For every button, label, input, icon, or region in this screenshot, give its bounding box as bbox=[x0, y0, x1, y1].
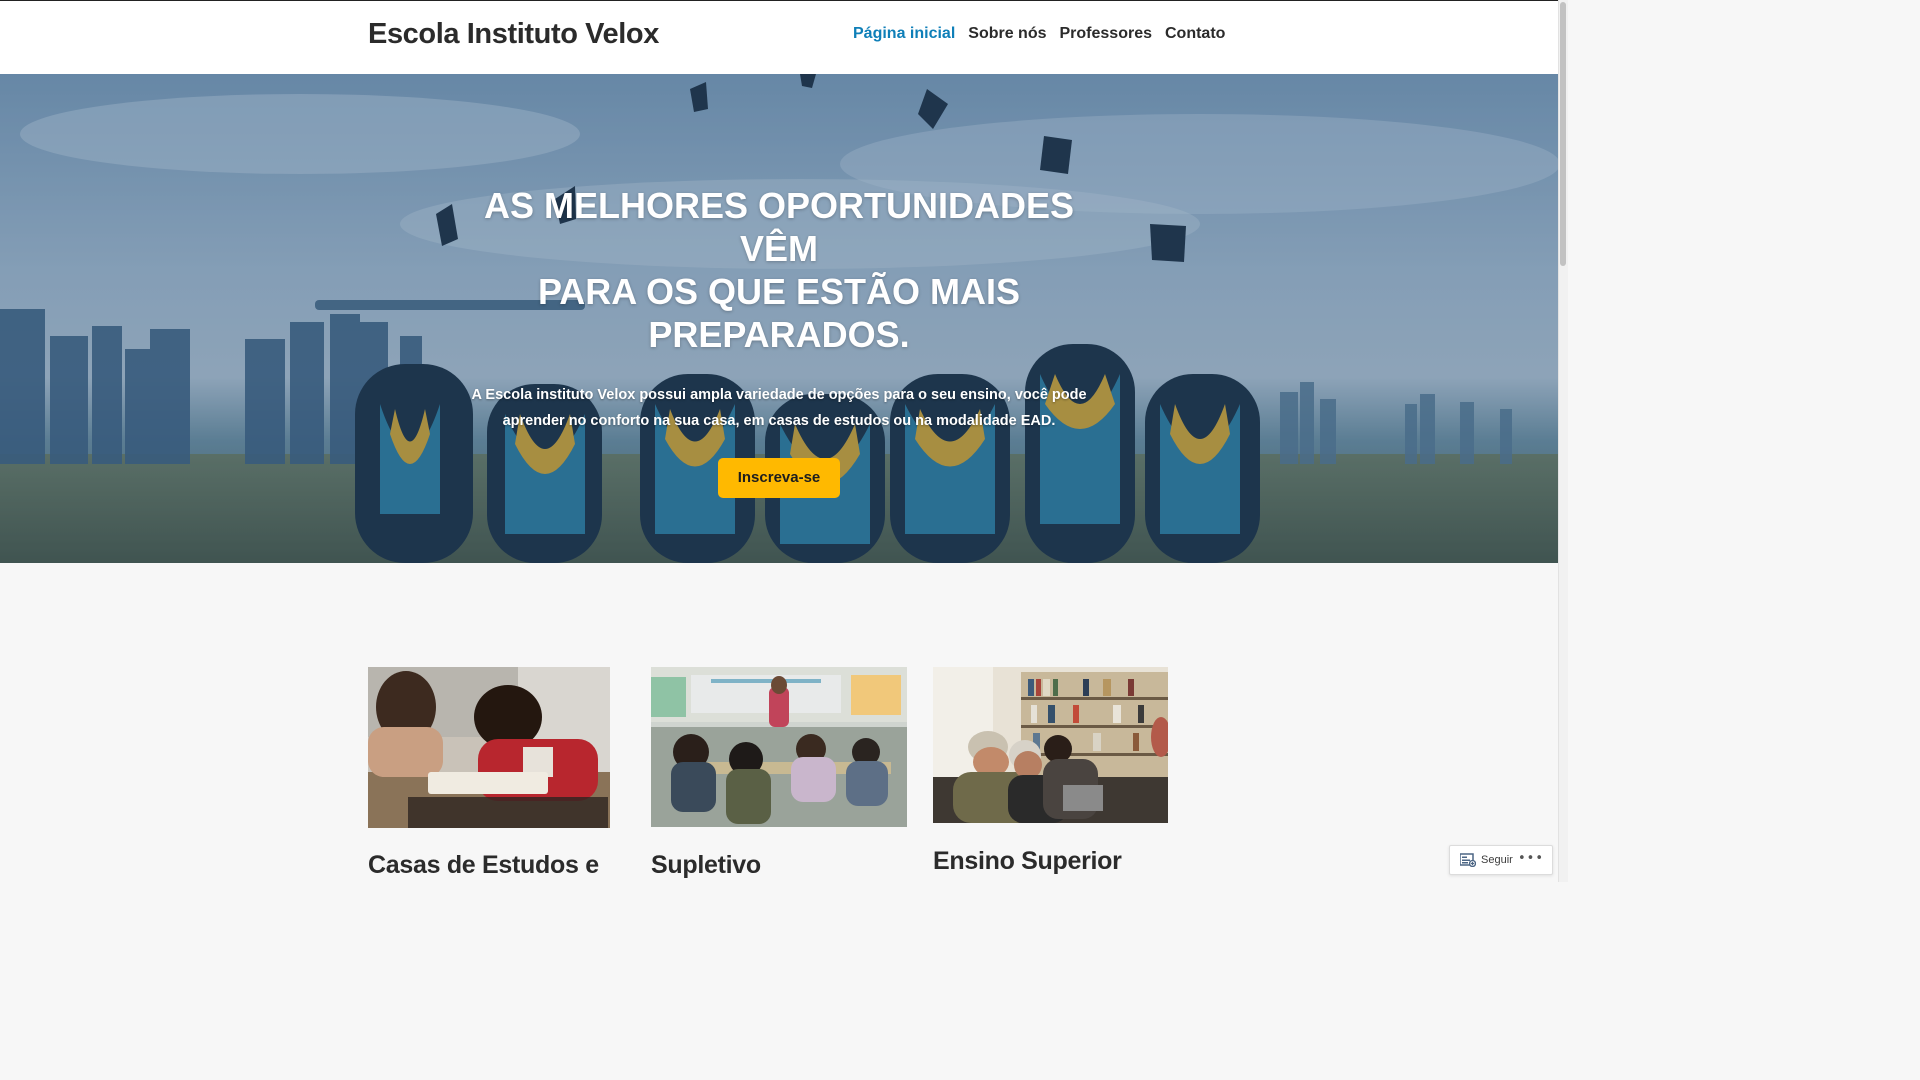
follow-label: Seguir bbox=[1481, 854, 1513, 866]
reader-follow-icon bbox=[1460, 853, 1476, 867]
hero-description: A Escola instituto Velox possui ampla va… bbox=[459, 382, 1099, 434]
card-image-students-library[interactable] bbox=[933, 667, 1168, 823]
hero-description-line: aprender no conforto na sua casa, em cas… bbox=[502, 413, 1056, 429]
nav-item-contato[interactable]: Contato bbox=[1165, 25, 1225, 43]
hero-content: AS MELHORES OPORTUNIDADES VÊM PARA OS QU… bbox=[0, 184, 1558, 498]
follow-widget: Seguir ••• bbox=[1449, 845, 1553, 875]
more-options-icon[interactable]: ••• bbox=[1518, 852, 1544, 866]
card-title[interactable]: Casas de Estudos e bbox=[368, 851, 599, 880]
nav-item-sobre-nos[interactable]: Sobre nós bbox=[968, 25, 1046, 43]
hero-title: AS MELHORES OPORTUNIDADES VÊM PARA OS QU… bbox=[459, 184, 1099, 356]
card-title[interactable]: Supletivo bbox=[651, 851, 761, 880]
hero-title-line: AS MELHORES OPORTUNIDADES VÊM bbox=[483, 185, 1075, 269]
hero-title-line: PARA OS QUE ESTÃO MAIS bbox=[537, 271, 1021, 312]
card-ensino-superior: Ensino Superior bbox=[933, 667, 1168, 875]
follow-button[interactable]: Seguir bbox=[1450, 846, 1513, 874]
hero-description-line: A Escola instituto Velox possui ampla va… bbox=[471, 387, 1087, 403]
signup-button[interactable]: Inscreva-se bbox=[717, 458, 841, 498]
site-title[interactable]: Escola Instituto Velox bbox=[368, 18, 659, 51]
scrollbar-thumb[interactable] bbox=[1560, 2, 1566, 266]
nav-item-professores[interactable]: Professores bbox=[1060, 25, 1153, 43]
site-header: Escola Instituto Velox Página inicial So… bbox=[0, 0, 1558, 74]
nav-item-pagina-inicial[interactable]: Página inicial bbox=[853, 25, 955, 43]
card-image-classroom[interactable] bbox=[651, 667, 907, 827]
page-scrollbar[interactable] bbox=[1558, 0, 1568, 882]
card-image-students-writing[interactable] bbox=[368, 667, 610, 828]
card-title[interactable]: Ensino Superior bbox=[933, 847, 1122, 876]
card-casas-de-estudos: Casas de Estudos e bbox=[368, 667, 610, 879]
hero-section: AS MELHORES OPORTUNIDADES VÊM PARA OS QU… bbox=[0, 74, 1558, 563]
main-navigation: Página inicial Sobre nós Professores Con… bbox=[853, 25, 1225, 43]
card-supletivo: Supletivo bbox=[651, 667, 907, 879]
hero-title-line: PREPARADOS. bbox=[648, 314, 910, 355]
